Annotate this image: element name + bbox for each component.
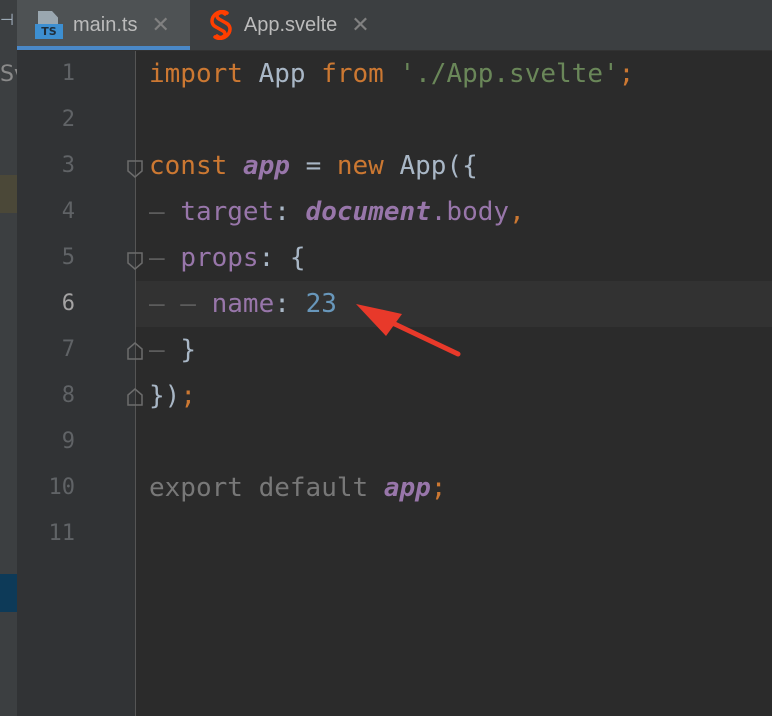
- variable-name: app: [383, 473, 431, 503]
- tab-label: App.svelte: [243, 13, 338, 36]
- code-line-6[interactable]: — — name: 23: [149, 281, 337, 327]
- semicolon: ;: [618, 59, 635, 89]
- line-number: 2: [61, 107, 75, 132]
- editor-tab-bar: TS main.ts ✕ App.svelte ✕: [17, 0, 772, 51]
- property-key: target: [180, 197, 275, 227]
- indent-guide: —: [149, 243, 165, 273]
- property-key: name: [211, 289, 275, 319]
- line-number: 1: [61, 61, 75, 86]
- line-number: 8: [61, 383, 75, 408]
- member-access: .body: [430, 197, 510, 227]
- tab-main-ts[interactable]: TS main.ts ✕: [17, 0, 190, 50]
- global-object: document: [305, 197, 431, 227]
- indent-guide: — —: [149, 289, 196, 319]
- punctuation: : {: [258, 243, 306, 273]
- keyword-const: const: [149, 151, 228, 181]
- line-number: 3: [61, 153, 75, 178]
- annotation-arrow: [356, 304, 461, 357]
- line-number: 5: [61, 245, 75, 270]
- svelte-icon: [210, 10, 232, 40]
- code-line-4[interactable]: — target: document.body,: [149, 189, 525, 235]
- identifier: App: [258, 59, 306, 89]
- code-line-3[interactable]: const app = new App({: [149, 143, 478, 189]
- code-line-8[interactable]: });: [149, 373, 196, 419]
- keyword-export: export: [149, 473, 243, 503]
- project-panel-label: Sv: [0, 62, 17, 87]
- indent-guide: —: [149, 197, 165, 227]
- code-editor[interactable]: import App from './App.svelte'; const ap…: [136, 51, 772, 716]
- closing-punctuation: }): [149, 381, 181, 411]
- keyword-default: default: [258, 473, 369, 503]
- operator: =: [305, 151, 322, 181]
- keyword-new: new: [336, 151, 384, 181]
- line-number: 7: [61, 337, 75, 362]
- keyword-import: import: [149, 59, 243, 89]
- editor-gutter[interactable]: 1 2 3 4 5 6 7 8 9 10 11: [17, 51, 143, 716]
- ts-badge: TS: [35, 24, 63, 39]
- tab-label: main.ts: [73, 13, 138, 36]
- line-number: 4: [61, 199, 75, 224]
- line-number: 11: [48, 521, 76, 546]
- typescript-file-icon: TS: [35, 11, 63, 39]
- line-number: 10: [48, 475, 76, 500]
- semicolon: ;: [180, 381, 196, 411]
- property-key: props: [180, 243, 259, 273]
- code-line-5[interactable]: — props: {: [149, 235, 306, 281]
- code-line-10[interactable]: export default app;: [149, 465, 446, 511]
- constructor-call: App({: [399, 151, 478, 181]
- project-panel-edge: ⊣ Sv: [0, 0, 18, 716]
- colon: :: [274, 289, 290, 319]
- number-literal: 23: [305, 289, 337, 319]
- indent-guide: —: [149, 335, 165, 365]
- comma: ,: [509, 197, 525, 227]
- keyword-from: from: [321, 59, 384, 89]
- colon: :: [274, 197, 290, 227]
- variable-name: app: [242, 151, 290, 181]
- semicolon: ;: [430, 473, 447, 503]
- code-line-1[interactable]: import App from './App.svelte';: [149, 51, 634, 97]
- project-tree-highlight: [0, 175, 17, 213]
- close-icon[interactable]: ✕: [351, 13, 369, 38]
- string-literal: './App.svelte': [399, 59, 619, 89]
- line-number: 9: [61, 429, 75, 454]
- line-number-current: 6: [61, 291, 75, 316]
- tab-app-svelte[interactable]: App.svelte ✕: [190, 0, 390, 50]
- close-icon[interactable]: ✕: [151, 13, 169, 38]
- tab-bar-empty-space: [389, 0, 772, 50]
- closing-brace: }: [180, 335, 196, 365]
- code-line-7[interactable]: — }: [149, 327, 196, 373]
- project-tree-selection[interactable]: [0, 574, 17, 612]
- collapse-arrow-icon[interactable]: ⊣: [0, 10, 14, 29]
